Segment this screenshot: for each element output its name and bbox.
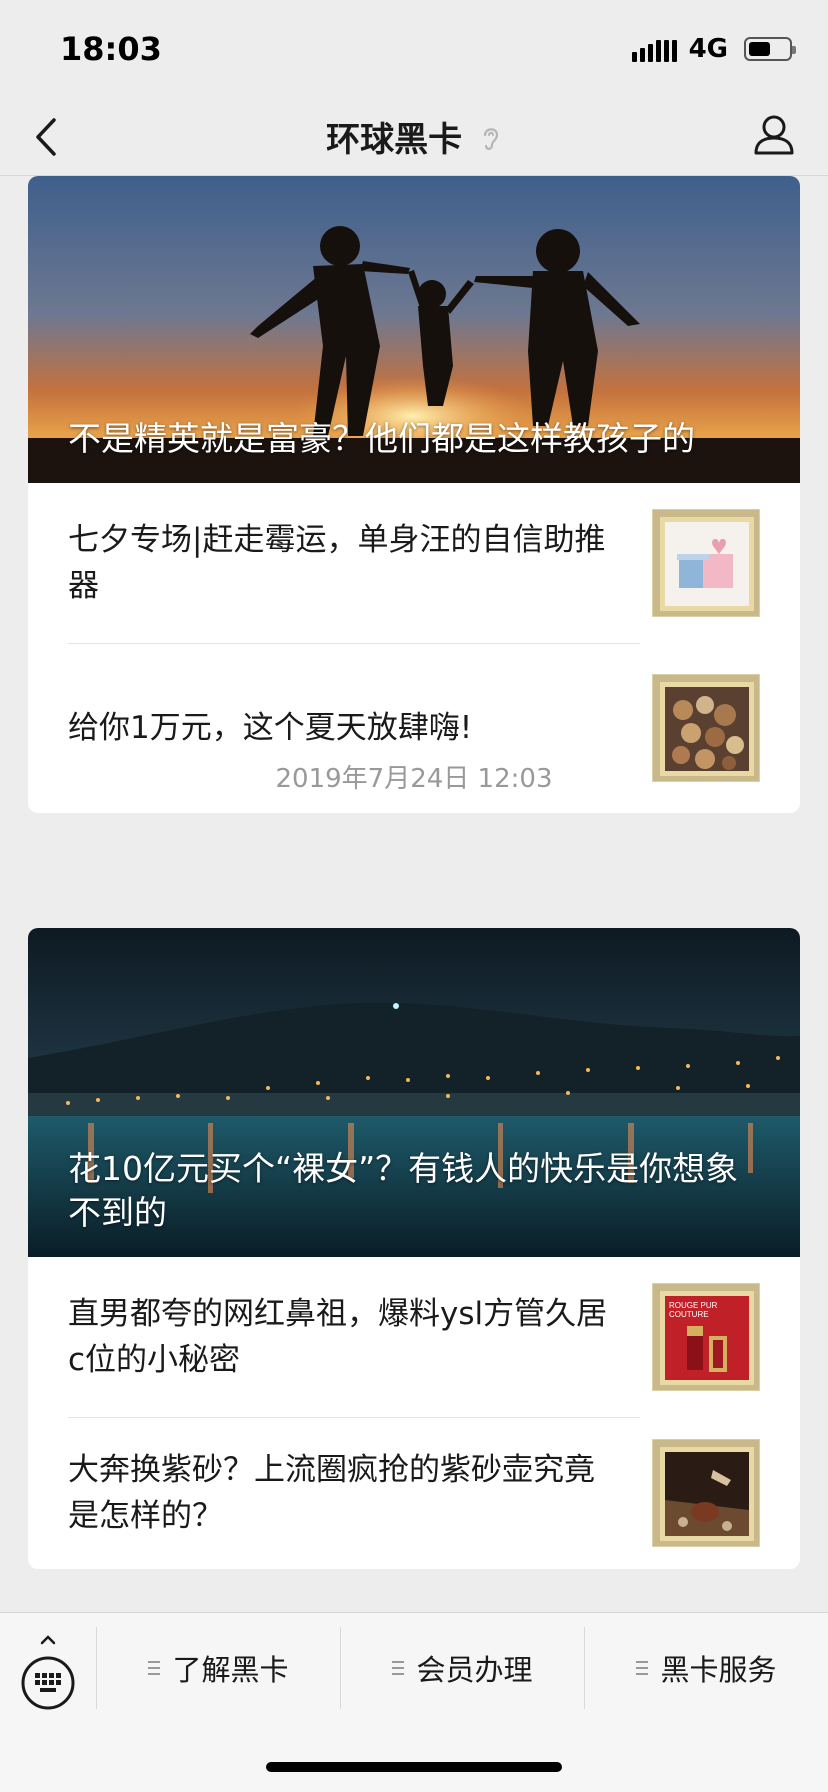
thumbnail-text-line2: COUTURE — [669, 1310, 709, 1319]
status-indicators: 4G — [631, 34, 796, 64]
menu-tab-label: 会员办理 — [416, 1653, 533, 1687]
article-item[interactable]: 直男都夸的网红鼻祖，爆料ysl方管久居c位的小秘密 ROUGE PUR COUT… — [28, 1257, 800, 1417]
article-card: 不是精英就是富豪？他们都是这样教孩子的 七夕专场|赶走霉运，单身汪的自信助推器 … — [28, 176, 800, 813]
article-thumbnail-gift — [652, 509, 760, 617]
article-thumbnail-teapot — [652, 1439, 760, 1547]
message-timestamp: 2019年7月24日 12:03 — [275, 764, 553, 794]
battery-level — [749, 42, 770, 56]
keyboard-icon[interactable] — [20, 1631, 76, 1721]
item-divider — [68, 1417, 640, 1418]
thumbnail-text-line1: ROUGE PUR — [669, 1301, 718, 1310]
page-title: 环球黑卡 — [0, 112, 828, 162]
battery-icon — [744, 37, 796, 61]
page-title-text: 环球黑卡 — [326, 120, 463, 160]
status-bar: 18:03 4G — [0, 0, 828, 100]
item-divider — [68, 643, 640, 644]
menu-list-icon — [148, 1660, 161, 1676]
hero-article[interactable]: 花10亿元买个“裸女”？有钱人的快乐是你想象不到的 — [28, 928, 800, 1257]
menu-tab-label: 了解黑卡 — [172, 1653, 289, 1687]
network-type: 4G — [688, 34, 728, 64]
hero-article-title: 花10亿元买个“裸女”？有钱人的快乐是你想象不到的 — [68, 1149, 739, 1232]
article-item-title: 大奔换紫砂？上流圈疯抢的紫砂壶究竟是怎样的？ — [68, 1452, 595, 1534]
hero-article[interactable]: 不是精英就是富豪？他们都是这样教孩子的 — [28, 176, 800, 483]
menu-list-icon — [392, 1660, 405, 1676]
status-time: 18:03 — [60, 30, 162, 68]
navigation-bar: 环球黑卡 — [0, 100, 828, 176]
menu-tab-label: 黑卡服务 — [660, 1653, 777, 1687]
article-card: 花10亿元买个“裸女”？有钱人的快乐是你想象不到的 直男都夸的网红鼻祖，爆料ys… — [28, 928, 800, 1569]
menu-tab-card-service[interactable]: 黑卡服务 — [584, 1627, 828, 1709]
home-indicator[interactable] — [266, 1762, 562, 1772]
hero-article-title: 不是精英就是富豪？他们都是这样教孩子的 — [68, 419, 695, 458]
menu-list-icon — [636, 1660, 649, 1676]
person-icon[interactable] — [750, 110, 798, 160]
signal-icon — [631, 36, 677, 62]
menu-tabs: 了解黑卡 会员办理 黑卡服务 — [96, 1627, 828, 1709]
article-item-title: 七夕专场|赶走霉运，单身汪的自信助推器 — [68, 522, 606, 604]
menu-tab-membership[interactable]: 会员办理 — [340, 1627, 584, 1709]
message-list[interactable]: 不是精英就是富豪？他们都是这样教孩子的 七夕专场|赶走霉运，单身汪的自信助推器 … — [0, 176, 828, 1612]
article-item[interactable]: 七夕专场|赶走霉运，单身汪的自信助推器 — [28, 483, 800, 643]
article-item[interactable]: 大奔换紫砂？上流圈疯抢的紫砂壶究竟是怎样的？ — [28, 1417, 800, 1569]
menu-tab-about-card[interactable]: 了解黑卡 — [96, 1627, 340, 1709]
article-item-title: 直男都夸的网红鼻祖，爆料ysl方管久居c位的小秘密 — [68, 1296, 608, 1378]
article-thumbnail-lipstick: ROUGE PUR COUTURE — [652, 1283, 760, 1391]
ear-icon — [480, 122, 502, 162]
article-item-title: 给你1万元，这个夏天放肆嗨! — [68, 710, 473, 746]
